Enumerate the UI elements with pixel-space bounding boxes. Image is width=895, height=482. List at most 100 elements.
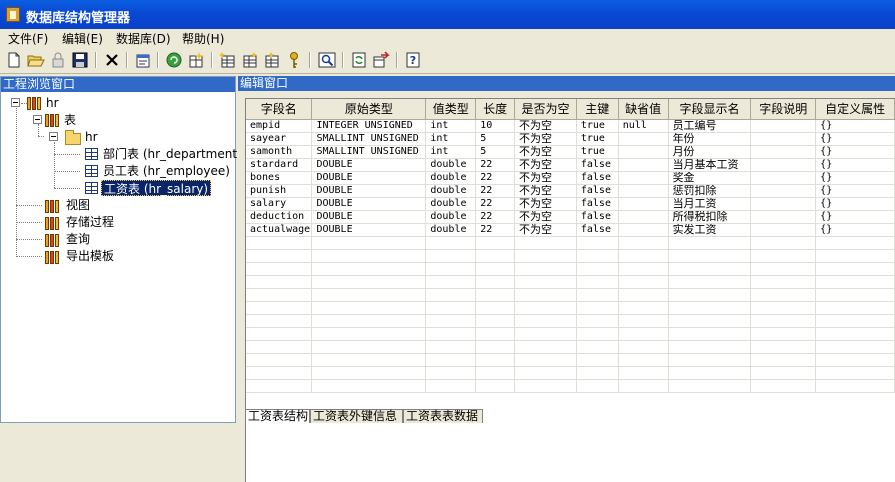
table-cell[interactable]: 惩罚扣除 (668, 184, 752, 198)
table-cell[interactable]: 不为空 (514, 158, 577, 172)
table-cell[interactable]: 年份 (668, 132, 752, 146)
table-cell[interactable]: 不为空 (514, 184, 577, 198)
tree-node-export-templates[interactable]: 导出模板 (66, 248, 114, 264)
export-icon[interactable] (372, 51, 390, 69)
tree-node-table[interactable]: 部门表 (hr_department) (103, 146, 242, 162)
menu-database[interactable]: 数据库(D) (116, 30, 171, 47)
table-cell[interactable]: deduction (246, 210, 313, 224)
table-cell[interactable]: false (576, 171, 619, 185)
table-cell[interactable]: {} (815, 171, 895, 185)
table-cell[interactable]: 22 (475, 184, 516, 198)
table-cell[interactable]: false (576, 184, 619, 198)
table-cell[interactable]: 不为空 (514, 223, 577, 237)
table-cell[interactable] (618, 184, 669, 198)
table-cell[interactable] (618, 223, 669, 237)
tree-node-procedures[interactable]: 存储过程 (66, 214, 114, 230)
tab-foreign-keys[interactable]: 工资表外键信息 (310, 409, 403, 423)
table-row[interactable]: empid INTEGER UNSIGNED int 10 不为空 true null 员工编… (246, 119, 895, 133)
preview-icon[interactable] (318, 51, 336, 69)
table-cell[interactable]: DOUBLE (311, 184, 427, 198)
table-cell[interactable]: DOUBLE (311, 171, 427, 185)
table-cell[interactable]: actualwage (246, 223, 313, 237)
table-cell[interactable]: 22 (475, 158, 516, 172)
table-cell[interactable]: SMALLINT UNSIGNED (311, 145, 427, 159)
menu-file[interactable]: 文件(F) (8, 30, 48, 47)
properties-icon[interactable] (134, 51, 152, 69)
table-cell[interactable] (618, 210, 669, 224)
refresh-icon[interactable] (165, 51, 183, 69)
table-cell[interactable]: punish (246, 184, 313, 198)
table-cell[interactable] (750, 223, 817, 237)
table-row[interactable]: salary DOUBLE double 22 不为空 false 当月工资 {} (246, 197, 895, 211)
tree-node-table[interactable]: 员工表 (hr_employee) (103, 163, 230, 179)
delete-icon[interactable] (103, 51, 121, 69)
table-row[interactable]: stardard DOUBLE double 22 不为空 false 当月基本工资 {} (246, 158, 895, 172)
table-cell[interactable]: sayear (246, 132, 313, 146)
table-cell[interactable]: 月份 (668, 145, 752, 159)
table-cell[interactable]: double (425, 210, 477, 224)
column-header[interactable]: 值类型 (425, 99, 477, 120)
table-cell[interactable]: 22 (475, 171, 516, 185)
table-cell[interactable] (750, 197, 817, 211)
table-cell[interactable]: SMALLINT UNSIGNED (311, 132, 427, 146)
tree-node-table-selected[interactable]: 工资表 (hr_salary) (101, 180, 212, 196)
column-header[interactable]: 原始类型 (311, 99, 427, 120)
column-header[interactable]: 长度 (475, 99, 516, 120)
table-cell[interactable]: int (425, 119, 477, 133)
table-cell[interactable]: {} (815, 223, 895, 237)
table-cell[interactable]: {} (815, 184, 895, 198)
table-cell[interactable]: 实发工资 (668, 223, 752, 237)
new-table-icon[interactable] (187, 51, 205, 69)
table-cell[interactable]: bones (246, 171, 313, 185)
table-cell[interactable] (750, 119, 817, 133)
table-cell[interactable]: 22 (475, 197, 516, 211)
table-row[interactable]: punish DOUBLE double 22 不为空 false 惩罚扣除 {} (246, 184, 895, 198)
table-cell[interactable]: {} (815, 158, 895, 172)
menu-edit[interactable]: 编辑(E) (62, 30, 103, 47)
table-cell[interactable]: true (576, 119, 619, 133)
table-cell[interactable]: 所得税扣除 (668, 210, 752, 224)
save-icon[interactable] (71, 51, 89, 69)
table-cell[interactable] (750, 184, 817, 198)
table-cell[interactable]: 员工编号 (668, 119, 752, 133)
table-cell[interactable]: DOUBLE (311, 197, 427, 211)
table-cell[interactable]: {} (815, 119, 895, 133)
column-header[interactable]: 字段名 (246, 99, 313, 120)
table-cell[interactable]: DOUBLE (311, 210, 427, 224)
table-cell[interactable]: 当月基本工资 (668, 158, 752, 172)
table-row[interactable]: sayear SMALLINT UNSIGNED int 5 不为空 true 年份 {} (246, 132, 895, 146)
table-cell[interactable]: 不为空 (514, 119, 577, 133)
table-cell[interactable] (750, 132, 817, 146)
table-cell[interactable]: salary (246, 197, 313, 211)
table-cell[interactable]: double (425, 171, 477, 185)
table-cell[interactable] (618, 145, 669, 159)
table-cell[interactable]: {} (815, 197, 895, 211)
table-row[interactable]: deduction DOUBLE double 22 不为空 false 所得税扣除 {} (246, 210, 895, 224)
column-header[interactable]: 字段说明 (750, 99, 817, 120)
table-cell[interactable]: stardard (246, 158, 313, 172)
table-cell[interactable]: double (425, 223, 477, 237)
table-cell[interactable]: false (576, 197, 619, 211)
table-row[interactable]: samonth SMALLINT UNSIGNED int 5 不为空 true 月份 {} (246, 145, 895, 159)
insert-field-icon[interactable] (219, 51, 237, 69)
table-cell[interactable]: empid (246, 119, 313, 133)
tree-collapse-toggle[interactable] (11, 98, 20, 107)
table-cell[interactable]: DOUBLE (311, 223, 427, 237)
new-icon[interactable] (5, 51, 23, 69)
table-cell[interactable] (618, 171, 669, 185)
column-header[interactable]: 主键 (576, 99, 619, 120)
table-cell[interactable] (750, 210, 817, 224)
table-cell[interactable]: false (576, 210, 619, 224)
table-cell[interactable]: int (425, 132, 477, 146)
table-row[interactable]: actualwage DOUBLE double 22 不为空 false 实发工资 {} (246, 223, 895, 237)
table-cell[interactable] (618, 197, 669, 211)
table-cell[interactable] (750, 145, 817, 159)
table-cell[interactable] (750, 158, 817, 172)
tree-node-root[interactable]: hr (46, 95, 59, 111)
table-cell[interactable]: samonth (246, 145, 313, 159)
table-cell[interactable]: 22 (475, 223, 516, 237)
field-list-icon[interactable] (241, 51, 259, 69)
table-cell[interactable]: 不为空 (514, 145, 577, 159)
table-cell[interactable]: true (576, 145, 619, 159)
tree-collapse-toggle[interactable] (33, 115, 42, 124)
